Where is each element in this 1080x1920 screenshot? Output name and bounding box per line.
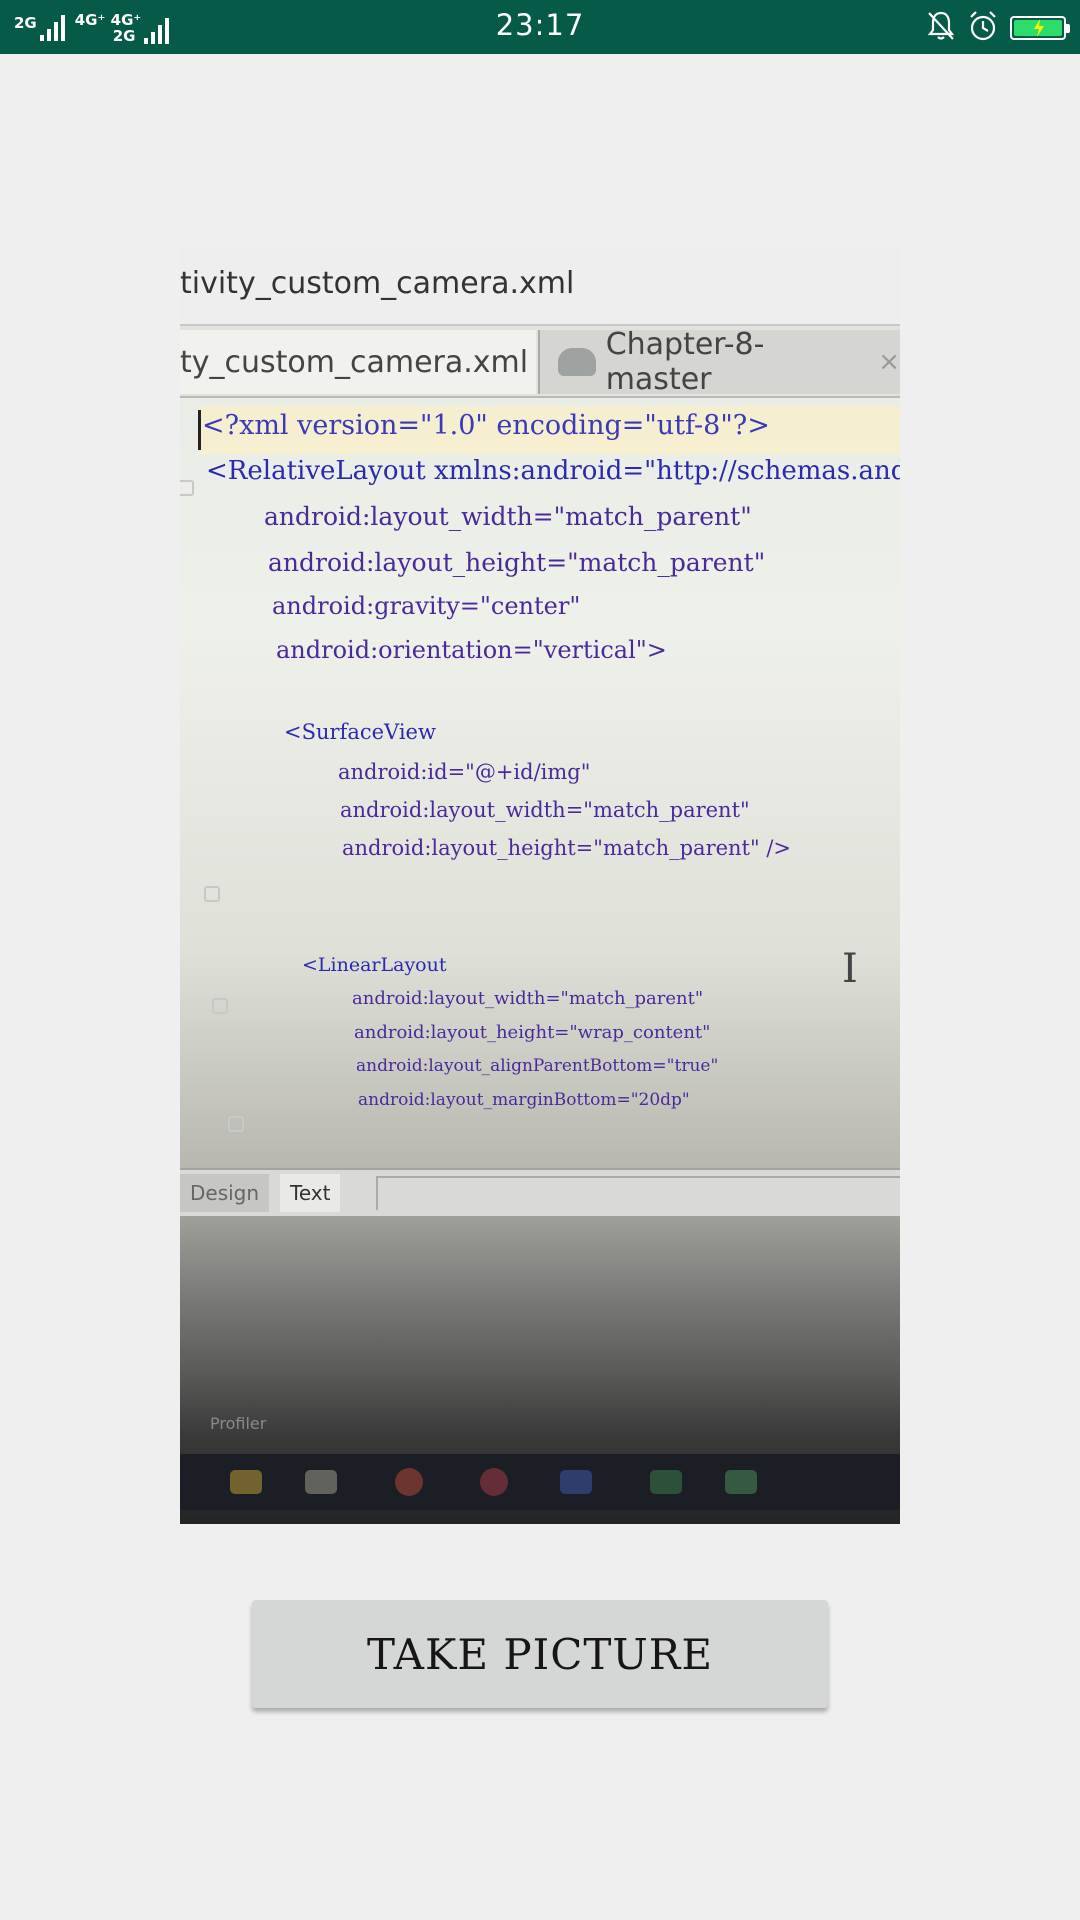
chrome-icon bbox=[395, 1468, 423, 1496]
code-line-9: android:layout_width="match_parent" bbox=[340, 798, 750, 822]
preview-bottom-tabs: Design Text bbox=[180, 1168, 900, 1216]
battery-charging-icon bbox=[1010, 16, 1070, 40]
android-studio-icon bbox=[725, 1470, 757, 1494]
code-line-13: android:layout_height="wrap_content" bbox=[354, 1022, 711, 1043]
preview-editor-tabs: ty_custom_camera.xml × Chapter-8-master … bbox=[180, 326, 900, 398]
alarm-icon bbox=[968, 10, 998, 47]
preview-code-area: <?xml version="1.0" encoding="utf-8"?> <… bbox=[180, 398, 900, 1148]
take-picture-button[interactable]: TAKE PICTURE bbox=[252, 1600, 828, 1708]
folder-icon bbox=[230, 1470, 262, 1494]
preview-window-title: tivity_custom_camera.xml bbox=[180, 266, 575, 301]
preview-profiler-label: Profiler bbox=[210, 1414, 267, 1433]
code-line-2: <RelativeLayout xmlns:android="http://sc… bbox=[206, 456, 900, 486]
preview-tab-active-label: ty_custom_camera.xml bbox=[180, 344, 529, 380]
code-line-14: android:layout_alignParentBottom="true" bbox=[356, 1056, 719, 1076]
code-line-10: android:layout_height="match_parent" /> bbox=[342, 836, 791, 860]
gradle-elephant-icon bbox=[558, 348, 596, 376]
app-icon-2 bbox=[650, 1470, 682, 1494]
code-line-7: <SurfaceView bbox=[284, 720, 436, 744]
app-icon bbox=[560, 1470, 592, 1494]
preview-tab-design: Design bbox=[180, 1174, 270, 1212]
code-line-8: android:id="@+id/img" bbox=[338, 760, 591, 784]
clock: 23:17 bbox=[495, 8, 585, 42]
preview-taskbar bbox=[180, 1454, 900, 1510]
fold-icon-2 bbox=[204, 886, 220, 902]
calendar-icon bbox=[305, 1470, 337, 1494]
camera-preview: tivity_custom_camera.xml ty_custom_camer… bbox=[180, 246, 900, 1524]
code-line-12: android:layout_width="match_parent" bbox=[352, 988, 704, 1009]
code-line-1: <?xml version="1.0" encoding="utf-8"?> bbox=[202, 410, 770, 441]
preview-tab-second: Chapter-8-master × bbox=[538, 327, 900, 397]
fold-icon bbox=[180, 480, 194, 496]
code-line-15: android:layout_marginBottom="20dp" bbox=[358, 1090, 690, 1110]
status-bar: 2G 4G⁺ 4G⁺ 2G 23:17 bbox=[0, 0, 1080, 54]
bell-muted-icon bbox=[926, 10, 956, 47]
preview-tab-second-label: Chapter-8-master bbox=[605, 327, 765, 397]
fold-icon-3 bbox=[212, 998, 228, 1014]
preview-tab-text: Text bbox=[280, 1174, 341, 1212]
code-line-3: android:layout_width="match_parent" bbox=[264, 502, 752, 531]
close-icon-2: × bbox=[878, 347, 900, 377]
preview-window-titlebar: tivity_custom_camera.xml bbox=[180, 246, 900, 326]
preview-tab-active: ty_custom_camera.xml × bbox=[180, 330, 560, 394]
code-line-4: android:layout_height="match_parent" bbox=[268, 548, 766, 577]
status-icons bbox=[926, 8, 1070, 48]
text-caret bbox=[198, 410, 201, 450]
fold-icon-4 bbox=[228, 1116, 244, 1132]
ibeam-cursor-icon: I bbox=[842, 946, 858, 992]
code-line-6: android:orientation="vertical"> bbox=[276, 636, 667, 664]
browser-icon bbox=[480, 1468, 508, 1496]
code-line-5: android:gravity="center" bbox=[272, 592, 581, 620]
code-line-11: <LinearLayout bbox=[302, 954, 447, 976]
